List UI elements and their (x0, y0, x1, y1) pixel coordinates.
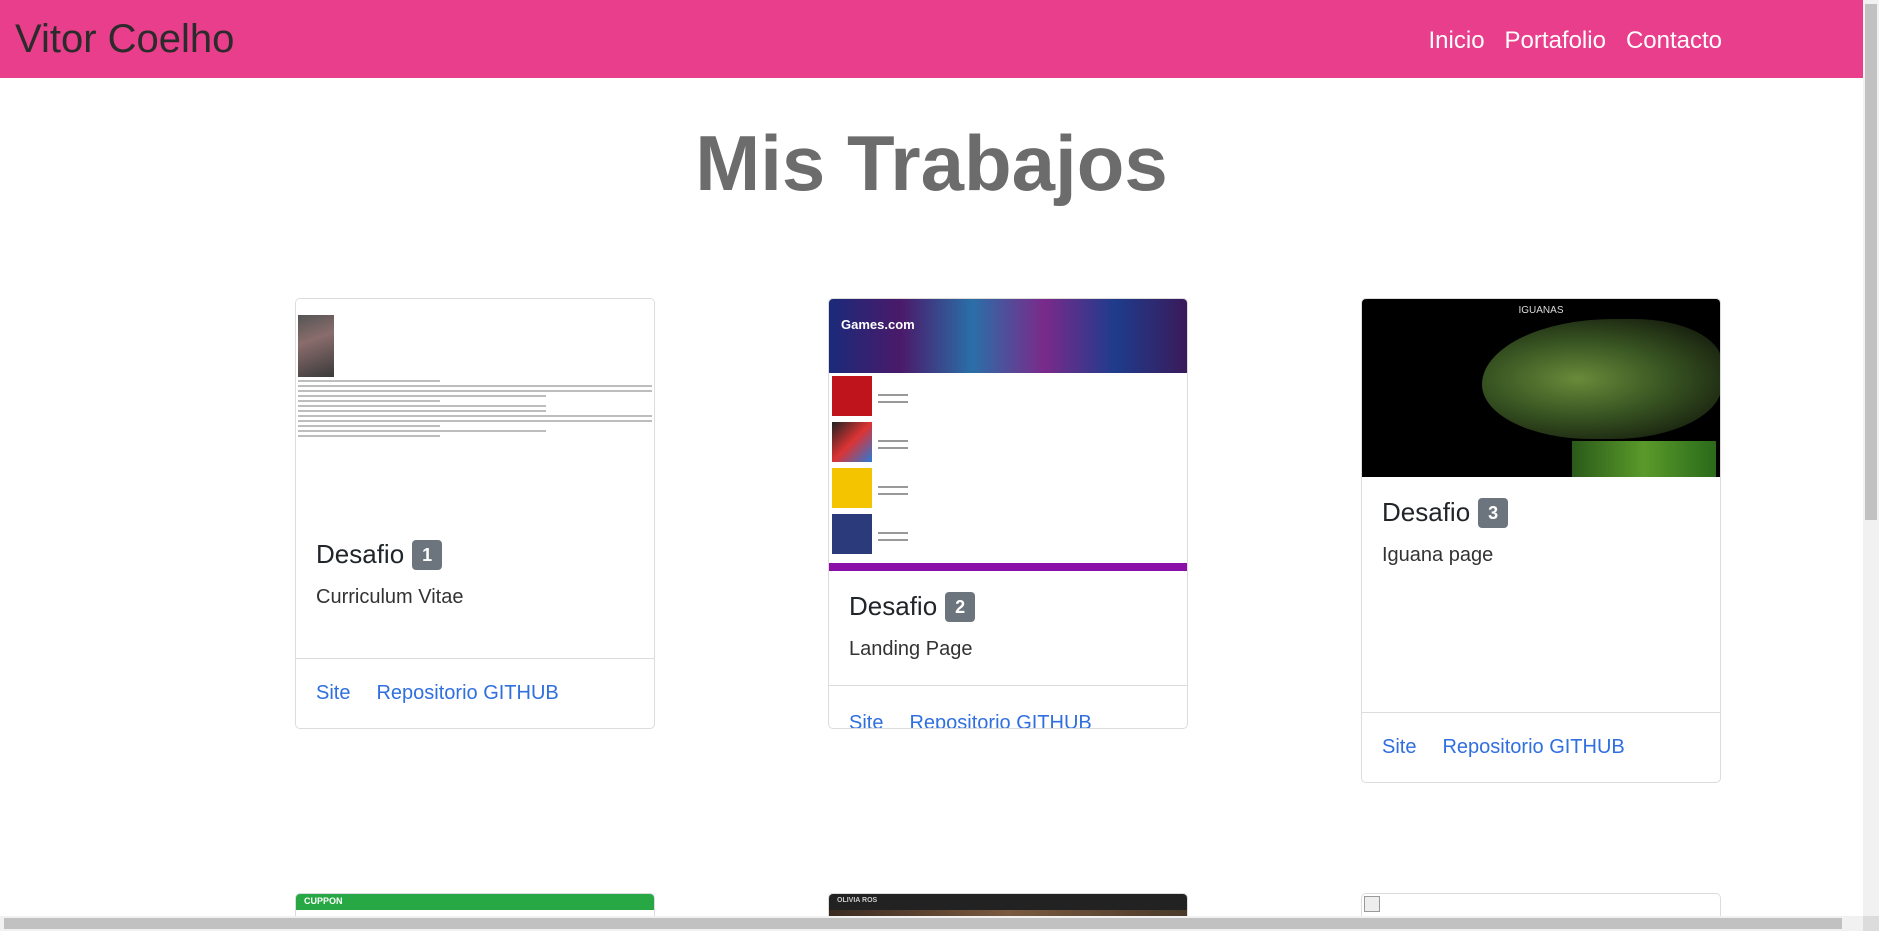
project-card-3: IGUANAS Desafio 3 Iguana page Site Repos… (1361, 298, 1721, 783)
games-hero-heading: Games.com (841, 317, 915, 332)
gamepad-thumbnail (832, 468, 872, 508)
navbar: Vitor Coelho Inicio Portafolio Contacto (0, 0, 1863, 78)
card-text: Iguana page (1382, 544, 1494, 566)
github-repo-link[interactable]: Repositorio GITHUB (376, 682, 558, 705)
card-badge: 3 (1478, 497, 1509, 528)
card-badge: 1 (412, 539, 443, 570)
card-title: Desafio 2 (849, 591, 1167, 622)
github-repo-link[interactable]: Repositorio GITHUB (1442, 736, 1624, 759)
games-footer-bar (829, 563, 1187, 571)
iguana-photo (1482, 319, 1720, 439)
controller-thumbnail (832, 376, 872, 416)
card-title: Desafio 3 (1382, 497, 1700, 528)
card-body: Desafio 3 Iguana page (1362, 477, 1720, 567)
card-title: Desafio 1 (316, 539, 634, 570)
card-text: Landing Page (849, 638, 973, 660)
nav-link-portafolio[interactable]: Portafolio (1505, 27, 1606, 55)
vertical-scrollbar-thumb[interactable] (1865, 4, 1877, 520)
card-title-text: Desafio (849, 591, 938, 621)
project-card-1: Desafio 1 Curriculum Vitae Site Reposito… (295, 298, 655, 729)
scrollbar-corner (1863, 916, 1879, 931)
iguana-caption: IGUANAS (1518, 305, 1564, 316)
nav-links: Inicio Portafolio Contacto (1429, 27, 1722, 55)
github-repo-link[interactable]: Repositorio GITHUB (909, 712, 1091, 728)
console-thumbnail (832, 422, 872, 462)
card-footer: Site Repositorio GITHUB (296, 658, 654, 728)
page-title: Mis Trabajos (695, 119, 1168, 207)
card-body: Desafio 1 Curriculum Vitae (296, 519, 654, 609)
card-image-cv (296, 299, 654, 519)
nav-link-inicio[interactable]: Inicio (1429, 27, 1485, 55)
card-image-iguana: IGUANAS (1362, 299, 1720, 477)
iguana-thumbnail (1572, 441, 1716, 477)
horizontal-scrollbar-thumb[interactable] (4, 918, 1842, 929)
card-title-text: Desafio (1382, 497, 1471, 527)
card-title-text: Desafio (316, 539, 405, 569)
site-link[interactable]: Site (316, 682, 350, 705)
brand-title[interactable]: Vitor Coelho (15, 17, 234, 62)
card-badge: 2 (945, 591, 976, 622)
card-footer: Site Repositorio GITHUB (829, 685, 1187, 728)
handheld-thumbnail (832, 514, 872, 554)
card-text: Curriculum Vitae (316, 586, 464, 608)
horizontal-scrollbar[interactable] (0, 916, 1863, 931)
card-body: Desafio 2 Landing Page (829, 571, 1187, 661)
project-card-2: Games.com Desafio 2 Landing Page Site Re… (828, 298, 1188, 729)
broken-image-icon (1364, 896, 1380, 912)
site-link[interactable]: Site (1382, 736, 1416, 759)
olivia-header: OLIVIA ROS (829, 894, 1187, 910)
cuppon-header: CUPPON (296, 894, 654, 910)
cv-photo-thumbnail (298, 315, 334, 377)
card-footer: Site Repositorio GITHUB (1362, 712, 1720, 782)
games-hero-banner: Games.com (829, 299, 1187, 373)
vertical-scrollbar[interactable] (1863, 0, 1879, 931)
site-link[interactable]: Site (849, 712, 883, 728)
card-image-landing: Games.com (829, 299, 1187, 571)
nav-link-contacto[interactable]: Contacto (1626, 27, 1722, 55)
